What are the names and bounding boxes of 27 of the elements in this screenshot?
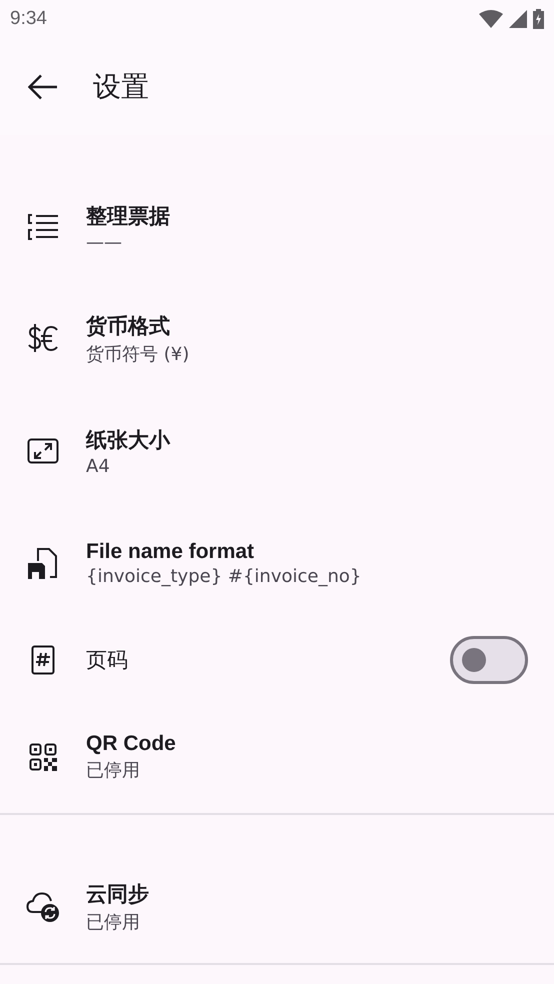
signal-icon: [509, 10, 527, 28]
setting-title[interactable]: 纸张大小: [86, 426, 554, 454]
page-title: 设置: [93, 68, 149, 104]
setting-value: ——: [86, 232, 123, 252]
setting-title[interactable]: 货币格式: [86, 312, 554, 340]
setting-value: 货币符号 (¥): [86, 343, 190, 366]
setting-value: 已停用: [86, 911, 141, 934]
wifi-icon: [479, 10, 503, 28]
toggle-switch[interactable]: [450, 636, 528, 684]
setting-title[interactable]: 页码: [86, 646, 450, 674]
setting-value: {invoice_type} #{invoice_no}: [86, 566, 362, 586]
qr-code-icon: [29, 743, 57, 771]
page-number-icon: [31, 645, 55, 675]
setting-title[interactable]: QR Code: [86, 732, 554, 756]
setting-title[interactable]: File name format: [86, 540, 554, 564]
setting-title[interactable]: 整理票据: [86, 202, 554, 230]
setting-title[interactable]: 云同步: [86, 880, 554, 908]
setting-value: 已停用: [86, 759, 141, 782]
setting-value: A4: [86, 456, 111, 476]
currency-icon: [27, 324, 59, 354]
cloud-sync-icon: [26, 892, 60, 922]
resize-icon: [27, 438, 59, 464]
list-icon: [27, 213, 59, 241]
save-file-icon: [28, 547, 58, 579]
back-arrow-icon: [28, 74, 58, 100]
status-time: 9:34: [10, 8, 47, 30]
battery-icon: [533, 9, 544, 29]
